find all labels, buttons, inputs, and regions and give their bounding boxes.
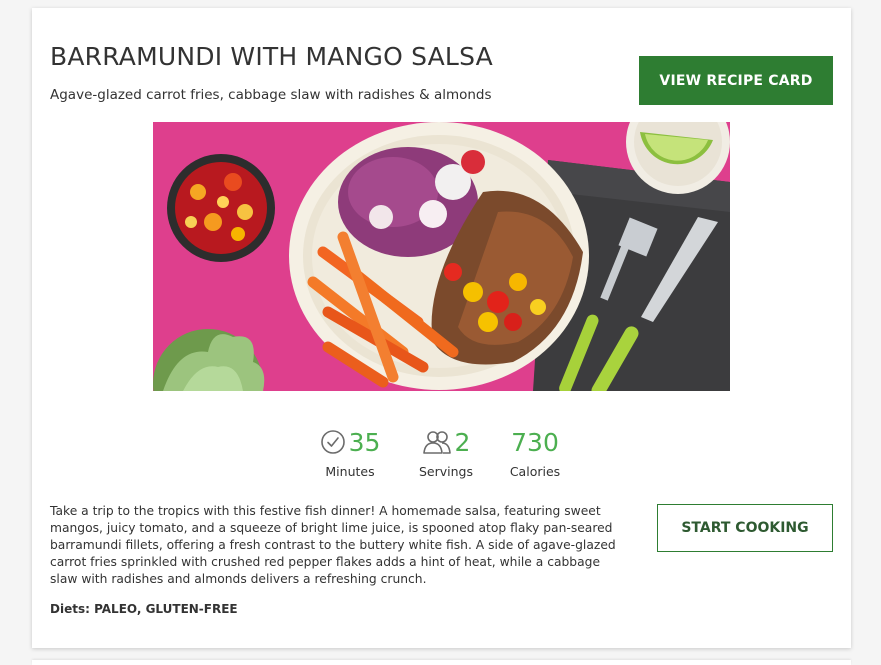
recipe-title: BARRAMUNDI WITH MANGO SALSA [50, 42, 493, 71]
recipe-stats: 35 Minutes 2 Servings 730 Calories [32, 426, 851, 486]
clock-icon [320, 430, 345, 454]
recipe-hero-image [153, 122, 730, 391]
next-card-edge [32, 660, 851, 665]
servings-value: 2 [454, 427, 471, 457]
stat-minutes: 35 Minutes [318, 426, 382, 479]
stat-calories: 730 Calories [505, 426, 565, 480]
start-cooking-button[interactable]: START COOKING [657, 504, 833, 552]
minutes-label: Minutes [325, 464, 375, 479]
recipe-diets: Diets: PALEO, GLUTEN-FREE [50, 602, 238, 616]
calories-value: 730 [511, 427, 559, 457]
recipe-subtitle: Agave-glazed carrot fries, cabbage slaw … [50, 87, 492, 103]
stat-servings: 2 Servings [416, 426, 476, 480]
people-icon [422, 431, 451, 454]
recipe-card: BARRAMUNDI WITH MANGO SALSA Agave-glazed… [32, 8, 851, 648]
calories-label: Calories [509, 464, 561, 479]
view-recipe-card-button[interactable]: VIEW RECIPE CARD [639, 56, 833, 105]
recipe-description: Take a trip to the tropics with this fes… [50, 504, 616, 586]
minutes-value: 35 [348, 427, 381, 457]
servings-label: Servings [418, 464, 473, 479]
